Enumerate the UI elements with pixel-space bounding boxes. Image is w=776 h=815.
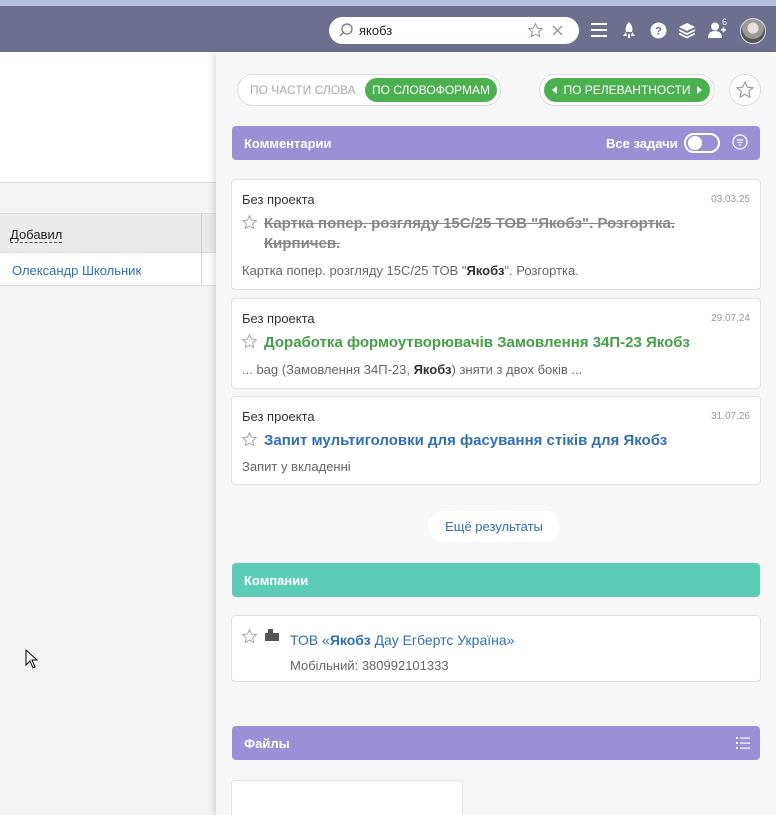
- chevron-right-icon[interactable]: [696, 86, 702, 94]
- company-name-link[interactable]: ТОВ «Якобз Дау Егбертс Україна»: [290, 632, 514, 648]
- result-title[interactable]: Картка попер. розгляду 15С/25 ТОВ "Якобз…: [264, 214, 734, 254]
- result-title[interactable]: Доработка формоутворювачів Замовлення 34…: [264, 333, 690, 353]
- star-icon: [735, 80, 755, 99]
- result-snippet: Запит у вкладенні: [242, 459, 351, 474]
- company-name-text: ТОВ «: [290, 632, 330, 648]
- companies-section-title: Компании: [244, 573, 309, 588]
- background-page-area: [0, 52, 216, 183]
- help-icon[interactable]: ?: [648, 20, 668, 40]
- table-header: Добавил: [0, 213, 216, 254]
- snippet-highlight: Якобз: [413, 362, 452, 377]
- search-result-card[interactable]: Без проекта 31.07.26 Запит мультиголовки…: [231, 396, 761, 485]
- sort-relevance-button[interactable]: ПО РЕЛЕВАНТНОСТИ: [544, 78, 710, 102]
- search-input[interactable]: [359, 21, 529, 40]
- avatar[interactable]: [740, 18, 766, 44]
- menu-icon[interactable]: [590, 20, 610, 40]
- search-results-panel: ПО ЧАСТИ СЛОВА ПО СЛОВОФОРМАМ ПО РЕЛЕВАН…: [216, 52, 776, 815]
- search-icon: [339, 23, 353, 37]
- favorite-star-icon[interactable]: [241, 333, 258, 350]
- search-result-card[interactable]: Без проекта 03.03.25 Картка попер. розгл…: [231, 179, 761, 290]
- chevron-left-icon[interactable]: [552, 86, 558, 94]
- sort-label: ПО РЕЛЕВАНТНОСТИ: [563, 83, 691, 97]
- files-section-title: Файлы: [244, 736, 290, 751]
- app-header: ? 6: [0, 6, 776, 52]
- more-results-button[interactable]: Ещё результаты: [428, 511, 560, 542]
- sort-switch: ПО РЕЛЕВАНТНОСТИ: [539, 74, 715, 106]
- column-divider: [201, 253, 202, 286]
- layers-icon[interactable]: [677, 20, 697, 40]
- toggle-knob: [688, 136, 702, 150]
- result-project: Без проекта: [242, 192, 315, 207]
- search-result-card[interactable]: Без проекта 29.07.24 Доработка формоутво…: [231, 298, 761, 389]
- favorite-star-icon[interactable]: [241, 431, 258, 448]
- snippet-text: Картка попер. розгляду 15С/25 ТОВ ": [242, 263, 467, 278]
- result-date: 03.03.25: [711, 194, 750, 205]
- list-view-icon[interactable]: [736, 737, 750, 749]
- file-card[interactable]: [231, 780, 463, 815]
- result-project: Без проекта: [242, 311, 315, 326]
- favorite-star-icon[interactable]: [241, 628, 258, 645]
- all-tasks-label: Все задачи: [606, 136, 678, 151]
- favorite-star-icon[interactable]: [241, 214, 258, 231]
- result-date: 29.07.24: [711, 313, 750, 324]
- result-snippet: Картка попер. розгляду 15С/25 ТОВ "Якобз…: [242, 263, 579, 278]
- favorites-button[interactable]: [729, 74, 761, 106]
- company-name-text: Дау Егбертс Україна»: [370, 632, 515, 648]
- search-star-icon[interactable]: [527, 22, 544, 39]
- search-mode-switch: ПО ЧАСТИ СЛОВА ПО СЛОВОФОРМАМ: [237, 74, 501, 106]
- notification-badge: 6: [722, 17, 728, 27]
- company-building-icon: [265, 629, 279, 641]
- mode-partial-word[interactable]: ПО ЧАСТИ СЛОВА: [250, 83, 356, 97]
- companies-section-header: Компании: [232, 563, 760, 597]
- table-row: Олександр Школьник: [0, 253, 216, 286]
- mouse-cursor-icon: [25, 649, 38, 669]
- column-divider: [201, 214, 202, 254]
- result-title[interactable]: Запит мультиголовки для фасування стіків…: [264, 431, 667, 451]
- rocket-icon[interactable]: [619, 20, 639, 40]
- comments-section-header: Комментарии Все задачи: [232, 126, 760, 160]
- company-card[interactable]: ТОВ «Якобз Дау Егбертс Україна» Мобільни…: [231, 615, 761, 682]
- snippet-text: ". Розгортка.: [504, 263, 579, 278]
- result-project: Без проекта: [242, 409, 315, 424]
- company-phone: Мобільний: 380992101333: [290, 658, 449, 673]
- comments-section-title: Комментарии: [244, 136, 332, 151]
- mode-word-forms[interactable]: ПО СЛОВОФОРМАМ: [365, 78, 497, 102]
- close-icon[interactable]: [552, 25, 563, 36]
- search-box[interactable]: [329, 17, 579, 44]
- files-section-header: Файлы: [232, 726, 760, 760]
- all-tasks-toggle[interactable]: [684, 133, 720, 153]
- snippet-text: ) зняти з двох боків ...: [451, 362, 583, 377]
- company-name-highlight: Якобз: [329, 632, 371, 648]
- filter-icon[interactable]: [732, 134, 748, 150]
- user-link[interactable]: Олександр Школьник: [12, 263, 141, 278]
- result-date: 31.07.26: [711, 411, 750, 422]
- svg-text:?: ?: [655, 25, 662, 37]
- column-header-added-by[interactable]: Добавил: [10, 228, 63, 243]
- result-snippet: ... bag (Замовлення 34П-23, Якобз) зняти…: [242, 362, 582, 377]
- snippet-text: ... bag (Замовлення 34П-23,: [242, 362, 414, 377]
- snippet-highlight: Якобз: [466, 263, 505, 278]
